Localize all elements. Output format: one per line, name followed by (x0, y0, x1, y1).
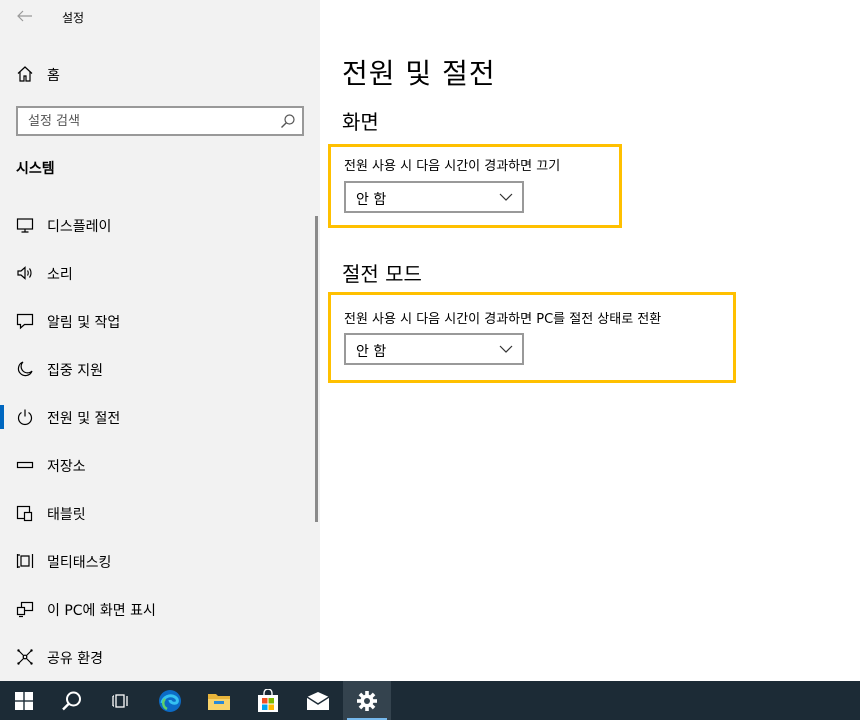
store-icon (258, 688, 278, 712)
edge-button[interactable] (146, 681, 194, 720)
sidebar-item-multitasking[interactable]: 멀티태스킹 (0, 541, 316, 581)
notification-icon (16, 313, 34, 330)
share-icon (17, 649, 33, 665)
home-label: 홈 (47, 68, 60, 84)
storage-icon (16, 461, 34, 469)
search-icon (62, 691, 81, 710)
title-bar: 설정 (0, 0, 320, 32)
moon-icon (17, 361, 33, 377)
sidebar-item-label: 디스플레이 (47, 219, 112, 235)
sidebar-item-tablet[interactable]: 태블릿 (0, 493, 316, 533)
tablet-icon (16, 505, 33, 522)
chevron-down-icon (499, 193, 513, 201)
multitasking-icon (16, 554, 34, 568)
page-title: 전원 및 절전 (342, 57, 496, 90)
sidebar-item-label: 이 PC에 화면 표시 (47, 603, 156, 619)
app-title: 설정 (62, 11, 85, 25)
sleep-timeout-dropdown[interactable]: 안 함 (344, 333, 524, 365)
monitor-icon (16, 218, 34, 233)
task-view-button[interactable] (96, 681, 144, 720)
sidebar-scrollbar[interactable] (315, 216, 318, 522)
back-button[interactable] (14, 6, 36, 26)
sidebar-item-label: 저장소 (47, 459, 86, 475)
section-heading: 시스템 (16, 161, 55, 177)
sidebar-item-display[interactable]: 디스플레이 (0, 205, 316, 245)
project-icon (16, 601, 34, 618)
taskbar (0, 681, 860, 720)
dropdown-value: 안 함 (356, 344, 387, 360)
sidebar-item-notifications[interactable]: 알림 및 작업 (0, 301, 316, 341)
dropdown-value: 안 함 (356, 192, 387, 208)
screen-section-heading: 화면 (342, 110, 379, 134)
sidebar-item-label: 알림 및 작업 (47, 315, 121, 331)
task-view-icon (112, 693, 128, 708)
search-icon[interactable] (280, 113, 296, 129)
home-icon (17, 66, 33, 82)
sidebar-item-label: 멀티태스킹 (47, 555, 112, 571)
sidebar-item-power-sleep[interactable]: 전원 및 절전 (0, 397, 316, 437)
sidebar-item-project-to-pc[interactable]: 이 PC에 화면 표시 (0, 589, 316, 629)
sidebar-item-label: 전원 및 절전 (47, 411, 121, 427)
sidebar-item-label: 집중 지원 (47, 363, 103, 379)
sleep-timeout-label: 전원 사용 시 다음 시간이 경과하면 PC를 절전 상태로 전환 (344, 312, 662, 327)
screen-timeout-dropdown[interactable]: 안 함 (344, 181, 524, 213)
mail-button[interactable] (294, 681, 342, 720)
settings-gear-icon (357, 690, 377, 711)
sidebar-item-label: 태블릿 (47, 507, 86, 523)
windows-start-icon (15, 691, 33, 710)
sidebar-item-sound[interactable]: 소리 (0, 253, 316, 293)
taskbar-search-button[interactable] (48, 681, 96, 720)
main-content: 전원 및 절전 화면 전원 사용 시 다음 시간이 경과하면 끄기 안 함 절전… (320, 0, 860, 681)
file-explorer-icon (208, 693, 230, 710)
settings-taskbar-button[interactable] (343, 681, 391, 720)
sleep-section-heading: 절전 모드 (342, 262, 422, 286)
power-icon (17, 409, 33, 426)
sidebar-item-label: 소리 (47, 267, 73, 283)
screen-timeout-label: 전원 사용 시 다음 시간이 경과하면 끄기 (344, 159, 561, 174)
file-explorer-button[interactable] (195, 681, 243, 720)
store-button[interactable] (244, 681, 292, 720)
sidebar-item-storage[interactable]: 저장소 (0, 445, 316, 485)
home-nav-item[interactable]: 홈 (0, 58, 320, 90)
back-arrow-icon (17, 10, 32, 22)
edge-icon (159, 689, 181, 712)
sidebar-item-label: 공유 환경 (47, 651, 103, 667)
search-input[interactable] (18, 108, 268, 134)
settings-search-box[interactable] (16, 106, 304, 136)
sidebar: 설정 홈 시스템 디스플레이 소리 알림 및 작업 집중 지원 전원 및 절전 … (0, 0, 320, 681)
start-button[interactable] (0, 681, 48, 720)
speaker-icon (17, 266, 32, 280)
sidebar-item-focus-assist[interactable]: 집중 지원 (0, 349, 316, 389)
mail-icon (306, 691, 330, 710)
sidebar-item-shared-experiences[interactable]: 공유 환경 (0, 637, 316, 677)
chevron-down-icon (499, 345, 513, 353)
